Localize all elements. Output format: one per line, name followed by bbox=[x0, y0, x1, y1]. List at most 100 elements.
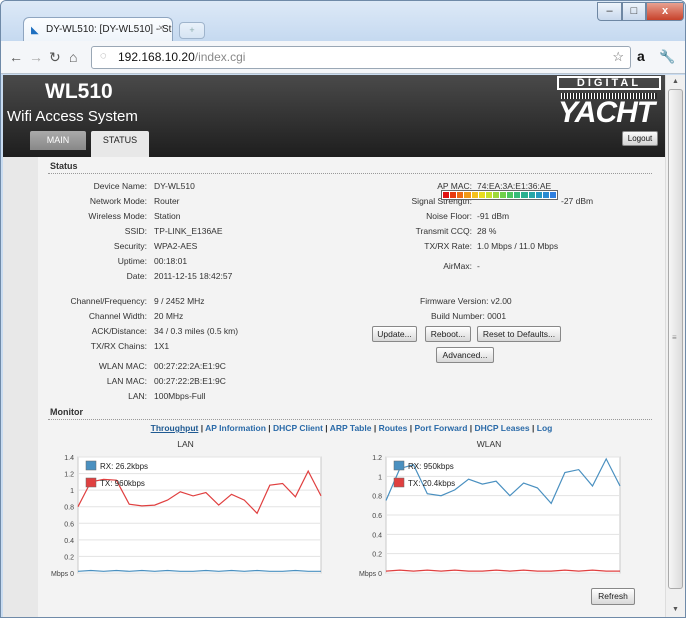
content-area: Status Device Name: DY-WL510 Network Mod… bbox=[3, 157, 665, 617]
monitor-link-dhcp-client[interactable]: DHCP Client bbox=[273, 423, 323, 433]
y-tick-label: 0.8 bbox=[64, 505, 74, 512]
tab-main[interactable]: MAIN bbox=[30, 131, 86, 150]
device-name-value: DY-WL510 bbox=[154, 181, 195, 191]
tx-rx-chains-value: 1X1 bbox=[154, 341, 170, 351]
plus-icon: + bbox=[189, 25, 195, 35]
legend-label: TX: 20.4kbps bbox=[408, 479, 455, 488]
wireless-mode-value: Station bbox=[154, 211, 181, 221]
y-tick-label: 0.2 bbox=[372, 552, 382, 559]
browser-window: ◣ DY-WL510: [DY-WL510] - St × + – □ x ← … bbox=[0, 0, 686, 618]
update-button[interactable]: Update... bbox=[372, 326, 417, 342]
monitor-link-port-forward[interactable]: Port Forward bbox=[415, 423, 468, 433]
wireless-mode-label: Wireless Mode: bbox=[88, 211, 147, 221]
divider bbox=[48, 173, 652, 174]
monitor-link-throughput[interactable]: Throughput bbox=[151, 423, 199, 433]
y-tick-label: 0.8 bbox=[372, 494, 382, 501]
signal-segment bbox=[464, 192, 471, 198]
legend-label: TX: 960kbps bbox=[100, 479, 145, 488]
y-tick-label: 1 bbox=[70, 488, 74, 495]
security-label: Security: bbox=[113, 241, 147, 251]
tx-rx-rate-label: TX/RX Rate: bbox=[424, 241, 472, 251]
plot-area bbox=[77, 456, 322, 574]
close-window-button[interactable]: x bbox=[646, 2, 684, 21]
scroll-down-arrow-icon[interactable]: ▼ bbox=[666, 603, 685, 617]
forward-arrow-icon[interactable]: → bbox=[29, 49, 43, 65]
ssid-label: SSID: bbox=[124, 226, 147, 236]
ack-distance-value: 34 / 0.3 miles (0.5 km) bbox=[154, 326, 239, 336]
signal-segment bbox=[457, 192, 464, 198]
series-line bbox=[385, 569, 620, 572]
signal-segment bbox=[450, 192, 457, 198]
advanced-button[interactable]: Advanced... bbox=[436, 347, 494, 363]
vertical-scrollbar[interactable]: ▲ ≡ ▼ bbox=[665, 75, 685, 617]
monitor-link-log[interactable]: Log bbox=[537, 423, 553, 433]
monitor-link-ap-information[interactable]: AP Information bbox=[205, 423, 266, 433]
wifi-favicon-icon: ◣ bbox=[31, 25, 39, 36]
tab-status[interactable]: STATUS bbox=[91, 131, 149, 157]
minimize-button[interactable]: – bbox=[597, 2, 622, 21]
airmax-value: - bbox=[477, 261, 480, 271]
tab-close-icon[interactable]: × bbox=[158, 23, 164, 34]
bookmark-star-icon[interactable]: ☆ bbox=[612, 49, 624, 65]
status-panel: Status Device Name: DY-WL510 Network Mod… bbox=[38, 157, 665, 617]
title-bar: ◣ DY-WL510: [DY-WL510] - St × + – □ x bbox=[1, 1, 685, 42]
y-tick-label: 0.4 bbox=[64, 538, 74, 545]
wlan-chart-svg: Mbps 0 0.2 0.4 0.6 0.8 1 1.2 RX: 950kbps TX: 20.… bbox=[359, 455, 621, 578]
legend-swatch bbox=[393, 477, 405, 488]
link-separator: | bbox=[322, 423, 330, 433]
page-icon: ◌ bbox=[100, 50, 107, 62]
y-tick-label: 1.4 bbox=[64, 455, 74, 462]
signal-segment bbox=[535, 192, 542, 198]
link-separator: | bbox=[265, 423, 274, 433]
reload-icon[interactable]: ↻ bbox=[49, 49, 61, 66]
uptime-value: 00:18:01 bbox=[154, 256, 188, 266]
address-bar[interactable]: ◌ 192.168.10.20/index.cgi ☆ bbox=[91, 46, 631, 69]
signal-strength-value: -27 dBm bbox=[561, 196, 594, 206]
uptime-label: Uptime: bbox=[117, 256, 147, 266]
lan-chart: LAN Mbps 0 0.2 0.4 0.6 0.8 1 1.2 1.4 RX: 26.2kbp… bbox=[38, 439, 333, 589]
signal-strength-bar bbox=[441, 190, 558, 200]
logo-digital-text: DIGITAL bbox=[557, 76, 661, 90]
y-tick-label: 1.2 bbox=[64, 472, 74, 479]
wrench-menu-icon[interactable]: 🔧 bbox=[659, 49, 675, 65]
reboot-button[interactable]: Reboot... bbox=[425, 326, 471, 342]
y-tick-label: 1.2 bbox=[372, 455, 382, 462]
y-tick-label: 0.6 bbox=[64, 521, 74, 528]
tx-rx-chains-label: TX/RX Chains: bbox=[90, 341, 147, 351]
lan-label: LAN: bbox=[128, 391, 147, 401]
new-tab-button[interactable]: + bbox=[179, 22, 205, 39]
signal-segment bbox=[443, 192, 450, 198]
monitor-link-arp-table[interactable]: ARP Table bbox=[330, 423, 372, 433]
scroll-up-arrow-icon[interactable]: ▲ bbox=[666, 75, 685, 89]
home-icon[interactable]: ⌂ bbox=[69, 49, 77, 65]
amazon-extension-icon[interactable]: a bbox=[637, 48, 655, 66]
transmit-ccq-value: 28 % bbox=[477, 226, 497, 236]
browser-tab[interactable]: ◣ DY-WL510: [DY-WL510] - St × bbox=[23, 17, 173, 42]
noise-floor-label: Noise Floor: bbox=[426, 211, 472, 221]
monitor-links: Throughput | AP Information | DHCP Clien… bbox=[38, 423, 665, 433]
legend-label: RX: 950kbps bbox=[408, 462, 454, 471]
wlan-chart: WLAN Mbps 0 0.2 0.4 0.6 0.8 1 1.2 RX: 950kbps TX… bbox=[346, 439, 632, 589]
device-subtitle: Wifi Access System bbox=[7, 108, 138, 125]
legend-swatch bbox=[393, 460, 405, 471]
channel-frequency-value: 9 / 2452 MHz bbox=[154, 296, 205, 306]
scrollbar-thumb[interactable]: ≡ bbox=[668, 89, 683, 589]
wlan-mac-label: WLAN MAC: bbox=[98, 361, 147, 371]
y-tick-label: 0.6 bbox=[372, 513, 382, 520]
logout-button[interactable]: Logout bbox=[622, 131, 658, 146]
y-tick-label: Mbps 0 bbox=[51, 571, 74, 578]
url-path: /index.cgi bbox=[194, 50, 246, 64]
maximize-button[interactable]: □ bbox=[622, 2, 646, 21]
back-arrow-icon[interactable]: ← bbox=[9, 49, 23, 65]
reset-defaults-button[interactable]: Reset to Defaults... bbox=[477, 326, 561, 342]
channel-width-label: Channel Width: bbox=[88, 311, 147, 321]
device-name-label: Device Name: bbox=[93, 181, 147, 191]
date-label: Date: bbox=[126, 271, 147, 281]
signal-segment bbox=[542, 192, 549, 198]
monitor-link-dhcp-leases[interactable]: DHCP Leases bbox=[475, 423, 530, 433]
firmware-version: Firmware Version: v2.00 bbox=[420, 296, 512, 306]
refresh-button[interactable]: Refresh bbox=[591, 588, 635, 605]
signal-segment bbox=[471, 192, 478, 198]
ssid-value: TP-LINK_E136AE bbox=[154, 226, 223, 236]
monitor-link-routes[interactable]: Routes bbox=[379, 423, 408, 433]
